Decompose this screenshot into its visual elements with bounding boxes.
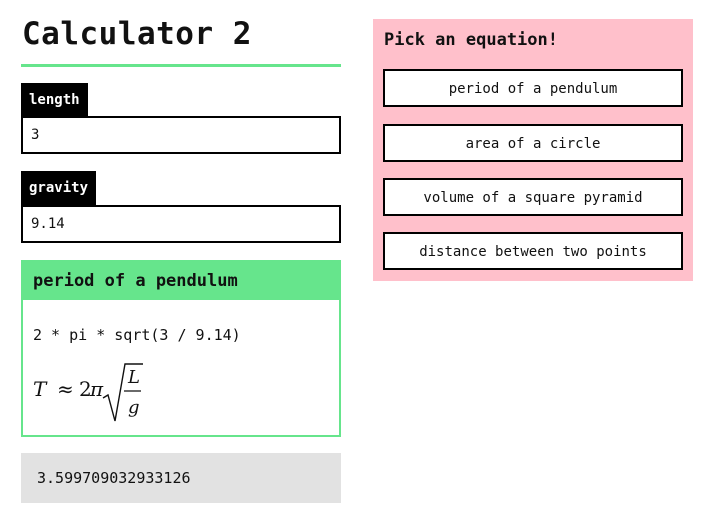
formula-denominator: g — [128, 397, 140, 418]
formula-relation: ≈ — [57, 377, 74, 401]
formula-lhs: T — [33, 377, 48, 401]
length-input[interactable] — [21, 116, 341, 154]
gravity-label: gravity — [21, 171, 97, 205]
formula-pi: π — [89, 377, 104, 401]
option-area-of-a-circle[interactable]: area of a circle — [383, 124, 683, 162]
result-output: 3.599709032933126 — [21, 453, 341, 503]
option-distance-between-two-points[interactable]: distance between two points — [383, 232, 683, 270]
gravity-input[interactable] — [21, 205, 341, 243]
app-title: Calculator 2 — [22, 16, 252, 52]
title-divider — [21, 64, 341, 67]
equation-card-title: period of a pendulum — [23, 262, 339, 300]
picker-title: Pick an equation! — [384, 30, 558, 50]
equation-picker: Pick an equation! period of a pendulum a… — [373, 19, 693, 281]
equation-formula: T ≈ 2 π L g — [33, 363, 143, 422]
length-label: length — [21, 83, 88, 117]
formula-numerator: L — [127, 367, 140, 388]
option-volume-of-a-square-pyramid[interactable]: volume of a square pyramid — [383, 178, 683, 216]
equation-expression: 2 * pi * sqrt(3 / 9.14) — [33, 326, 241, 344]
equation-card: period of a pendulum 2 * pi * sqrt(3 / 9… — [21, 260, 341, 437]
option-period-of-a-pendulum[interactable]: period of a pendulum — [383, 69, 683, 107]
